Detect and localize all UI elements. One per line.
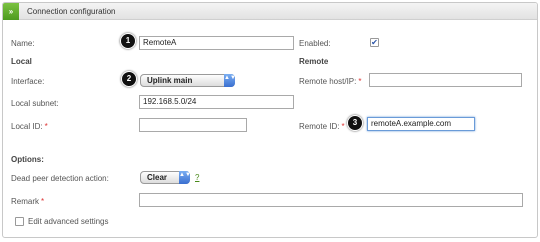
panel-header: » Connection configuration [3,3,537,20]
advanced-settings-label[interactable]: Edit advanced settings [28,217,109,227]
interface-select-value: Uplink main [147,76,193,85]
remark-label-text: Remark [11,197,40,206]
local-heading: Local [11,57,32,66]
required-marker: * [358,77,362,86]
local-id-label: Local ID: * [11,122,48,132]
dpd-label: Dead peer detection action: [11,174,109,183]
remote-host-label: Remote host/IP: * [299,77,361,87]
connection-configuration-panel: » Connection configuration Name: RemoteA… [2,2,538,238]
advanced-settings-checkbox[interactable] [15,217,24,226]
collapse-toggle-icon[interactable]: » [3,3,19,20]
remote-id-label: Remote ID: * [299,122,345,132]
name-input[interactable]: RemoteA [139,36,294,50]
options-heading: Options: [11,155,44,164]
local-id-label-text: Local ID: [11,122,43,131]
remote-id-label-text: Remote ID: [299,122,340,131]
remark-label: Remark * [11,197,44,207]
remote-host-input[interactable] [369,73,522,87]
select-arrows-icon: ▲▼ [224,74,236,87]
local-subnet-label: Local subnet: [11,99,59,108]
select-arrows-icon: ▲▼ [179,171,191,184]
callout-badge: 2 [121,71,137,87]
required-marker: * [341,122,345,131]
required-marker: * [41,197,45,206]
dpd-select[interactable]: Clear ▲▼ [140,171,191,184]
enabled-checkbox[interactable]: ✔ [370,38,379,47]
callout-badge: 1 [120,33,136,49]
help-link[interactable]: ? [195,173,199,183]
dpd-select-value: Clear [147,173,168,182]
local-id-input[interactable] [139,118,247,132]
local-subnet-input[interactable]: 192.168.5.0/24 [139,95,294,109]
remote-id-input[interactable]: remoteA.example.com [367,117,475,131]
remark-input[interactable] [139,193,523,207]
interface-label: Interface: [11,77,45,86]
required-marker: * [44,122,48,131]
remote-heading: Remote [299,57,329,66]
remote-host-label-text: Remote host/IP: [299,77,357,86]
interface-select[interactable]: Uplink main ▲▼ [140,74,236,87]
name-label: Name: [11,39,35,48]
callout-badge: 3 [347,115,363,131]
panel-title: Connection configuration [27,7,116,16]
enabled-label: Enabled: [299,39,331,48]
